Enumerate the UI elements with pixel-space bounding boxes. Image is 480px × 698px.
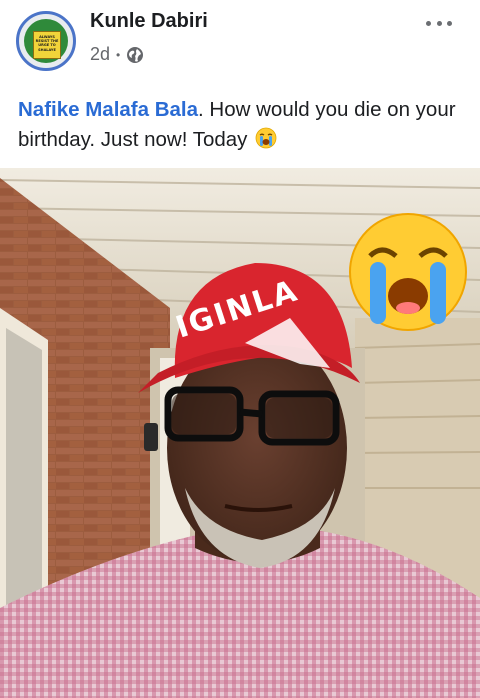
post-text: Nafike Malafa Bala. How would you die on… (18, 95, 468, 155)
globe-icon[interactable] (126, 46, 144, 64)
loudly-crying-face-icon (255, 127, 277, 149)
mention-link[interactable]: Nafike Malafa Bala (18, 98, 198, 121)
author-name[interactable]: Kunle Dabiri (90, 10, 208, 33)
avatar-sign: ALWAYS RESIST THE URGE TO SHALAYE (33, 31, 61, 59)
more-dot (447, 20, 452, 26)
post-timestamp[interactable]: 2d (90, 44, 110, 65)
avatar[interactable]: ALWAYS RESIST THE URGE TO SHALAYE (16, 11, 76, 71)
avatar-background: ALWAYS RESIST THE URGE TO SHALAYE (24, 19, 68, 63)
avatar-sign-text: ALWAYS RESIST THE URGE TO SHALAYE (35, 35, 59, 52)
post-header: ALWAYS RESIST THE URGE TO SHALAYE Kunle … (0, 0, 480, 80)
meta-separator: • (116, 47, 121, 62)
post-photo[interactable]: IGINLA (0, 168, 480, 698)
loudly-crying-face-icon (349, 213, 467, 331)
more-horizontal-icon (426, 20, 431, 26)
more-dot (436, 20, 442, 26)
post-meta: 2d • (90, 44, 144, 65)
more-options-button[interactable] (426, 18, 452, 28)
